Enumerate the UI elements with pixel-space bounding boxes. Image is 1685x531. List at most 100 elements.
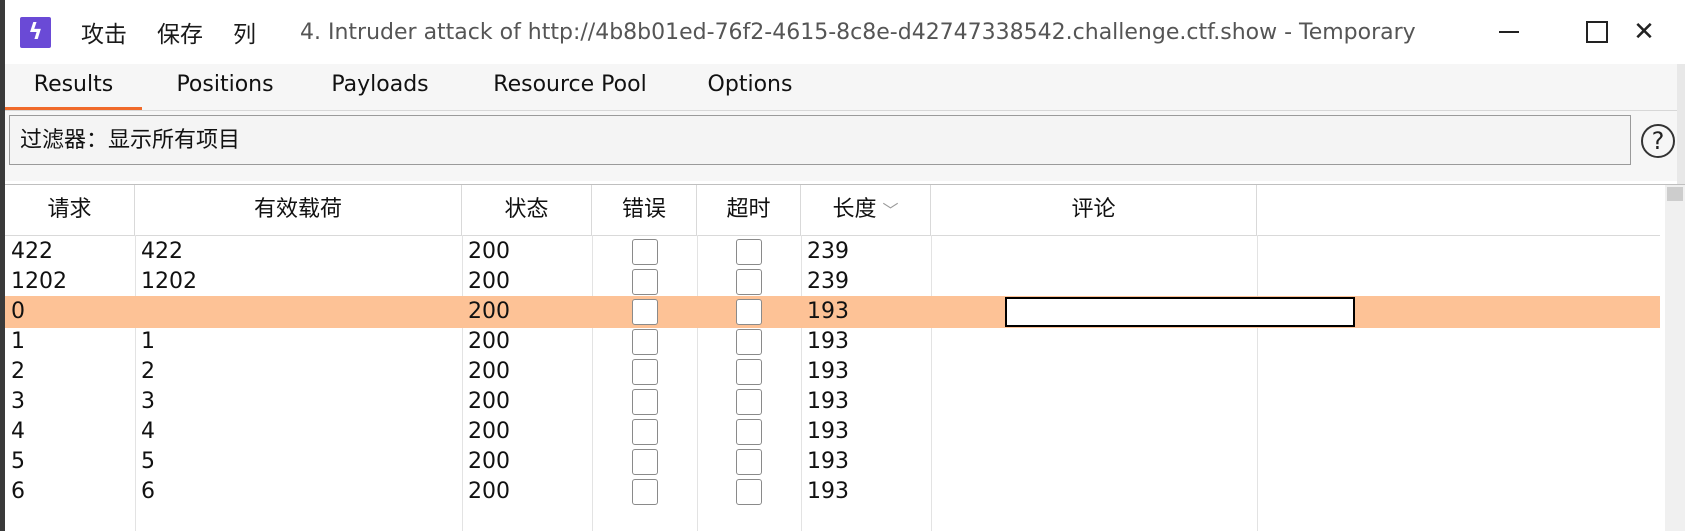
column-label: 状态 xyxy=(504,197,549,222)
timeout-checkbox[interactable] xyxy=(736,389,762,415)
column-header-request[interactable]: 请求 xyxy=(5,185,135,235)
menu-columns[interactable]: 列 xyxy=(233,15,256,49)
close-button[interactable]: ✕ xyxy=(1600,0,1685,64)
window-edge xyxy=(1677,64,1685,184)
cell-length: 193 xyxy=(807,359,849,384)
table-row[interactable]: 3 3 200 193 xyxy=(5,386,1660,418)
cell-payload: 422 xyxy=(141,239,183,264)
timeout-checkbox[interactable] xyxy=(736,449,762,475)
cell-request: 2 xyxy=(11,359,25,384)
tab-options[interactable]: Options xyxy=(690,64,810,110)
column-header-error[interactable]: 错误 xyxy=(592,185,697,235)
error-checkbox[interactable] xyxy=(632,479,658,505)
vertical-scrollbar[interactable] xyxy=(1665,185,1685,531)
cell-request: 6 xyxy=(11,479,25,504)
tab-results[interactable]: Results xyxy=(5,64,142,110)
cell-status: 200 xyxy=(468,479,510,504)
cell-request: 1 xyxy=(11,329,25,354)
column-label: 超时 xyxy=(726,197,771,222)
cell-length: 193 xyxy=(807,419,849,444)
column-header-timeout[interactable]: 超时 xyxy=(697,185,801,235)
table-row[interactable]: 0 200 193 xyxy=(5,296,1660,328)
tab-resource-pool[interactable]: Resource Pool xyxy=(475,64,665,110)
cell-length: 193 xyxy=(807,299,849,324)
cell-payload: 5 xyxy=(141,449,155,474)
error-checkbox[interactable] xyxy=(632,269,658,295)
cell-status: 200 xyxy=(468,269,510,294)
table-row[interactable]: 422 422 200 239 xyxy=(5,236,1660,268)
filter-area: 过滤器：显示所有项目 ? xyxy=(5,111,1685,181)
tab-positions[interactable]: Positions xyxy=(155,64,295,110)
intruder-attack-window: ϟ 攻击 保存 列 4. Intruder attack of http://4… xyxy=(5,0,1685,531)
column-header-comment[interactable]: 评论 xyxy=(931,185,1257,235)
scrollbar-thumb[interactable] xyxy=(1667,187,1683,201)
timeout-checkbox[interactable] xyxy=(736,239,762,265)
menu-save[interactable]: 保存 xyxy=(157,15,203,49)
cell-payload: 4 xyxy=(141,419,155,444)
timeout-checkbox[interactable] xyxy=(736,359,762,385)
table-row[interactable]: 1 1 200 193 xyxy=(5,326,1660,358)
close-icon: ✕ xyxy=(1633,17,1655,47)
column-label: 评论 xyxy=(1071,197,1116,222)
cell-payload: 1 xyxy=(141,329,155,354)
cell-payload: 6 xyxy=(141,479,155,504)
error-checkbox[interactable] xyxy=(632,449,658,475)
cell-request: 422 xyxy=(11,239,53,264)
column-label: 长度 xyxy=(832,197,877,222)
help-icon[interactable]: ? xyxy=(1641,124,1675,158)
column-label: 有效载荷 xyxy=(253,197,342,222)
table-row[interactable]: 1202 1202 200 239 xyxy=(5,266,1660,298)
table-row[interactable]: 6 6 200 193 xyxy=(5,476,1660,508)
table-row[interactable]: 5 5 200 193 xyxy=(5,446,1660,478)
cell-status: 200 xyxy=(468,359,510,384)
error-checkbox[interactable] xyxy=(632,389,658,415)
cell-length: 239 xyxy=(807,239,849,264)
column-header-status[interactable]: 状态 xyxy=(462,185,592,235)
menu-attack[interactable]: 攻击 xyxy=(81,15,127,49)
cell-request: 0 xyxy=(11,299,25,324)
table-header: 请求 有效载荷 状态 错误 超时 长度 ﹀ 评论 xyxy=(5,185,1660,236)
burp-lightning-icon: ϟ xyxy=(20,16,51,48)
error-checkbox[interactable] xyxy=(632,359,658,385)
cell-length: 193 xyxy=(807,449,849,474)
minimize-button[interactable] xyxy=(1465,0,1553,64)
chevron-down-icon: ﹀ xyxy=(882,201,899,220)
timeout-checkbox[interactable] xyxy=(736,329,762,355)
error-checkbox[interactable] xyxy=(632,299,658,325)
column-label: 请求 xyxy=(47,197,92,222)
minimize-icon xyxy=(1499,31,1519,33)
error-checkbox[interactable] xyxy=(632,239,658,265)
comment-input[interactable] xyxy=(1005,297,1355,327)
cell-payload xyxy=(135,296,462,328)
cell-request: 4 xyxy=(11,419,25,444)
table-row[interactable]: 2 2 200 193 xyxy=(5,356,1660,388)
tab-payloads[interactable]: Payloads xyxy=(310,64,450,110)
timeout-checkbox[interactable] xyxy=(736,419,762,445)
table-row[interactable]: 4 4 200 193 xyxy=(5,416,1660,448)
column-header-length[interactable]: 长度 ﹀ xyxy=(801,185,931,235)
cell-status: 200 xyxy=(468,389,510,414)
cell-status: 200 xyxy=(468,449,510,474)
cell-status: 200 xyxy=(468,239,510,264)
cell-length: 193 xyxy=(807,389,849,414)
timeout-checkbox[interactable] xyxy=(736,299,762,325)
cell-request: 1202 xyxy=(11,269,67,294)
cell-length: 193 xyxy=(807,479,849,504)
cell-status: 200 xyxy=(468,299,510,324)
cell-status: 200 xyxy=(468,419,510,444)
results-table: 请求 有效载荷 状态 错误 超时 长度 ﹀ 评论 422 422 200 239 1202… xyxy=(5,184,1685,531)
column-label: 错误 xyxy=(621,197,666,222)
column-header-payload[interactable]: 有效载荷 xyxy=(135,185,462,235)
tab-bar: Results Positions Payloads Resource Pool… xyxy=(5,64,1685,111)
filter-bar[interactable]: 过滤器：显示所有项目 xyxy=(9,115,1631,165)
cell-length: 193 xyxy=(807,329,849,354)
cell-payload: 3 xyxy=(141,389,155,414)
cell-request: 3 xyxy=(11,389,25,414)
cell-payload: 2 xyxy=(141,359,155,384)
timeout-checkbox[interactable] xyxy=(736,269,762,295)
error-checkbox[interactable] xyxy=(632,419,658,445)
timeout-checkbox[interactable] xyxy=(736,479,762,505)
cell-status: 200 xyxy=(468,329,510,354)
title-bar: ϟ 攻击 保存 列 4. Intruder attack of http://4… xyxy=(5,0,1685,64)
error-checkbox[interactable] xyxy=(632,329,658,355)
